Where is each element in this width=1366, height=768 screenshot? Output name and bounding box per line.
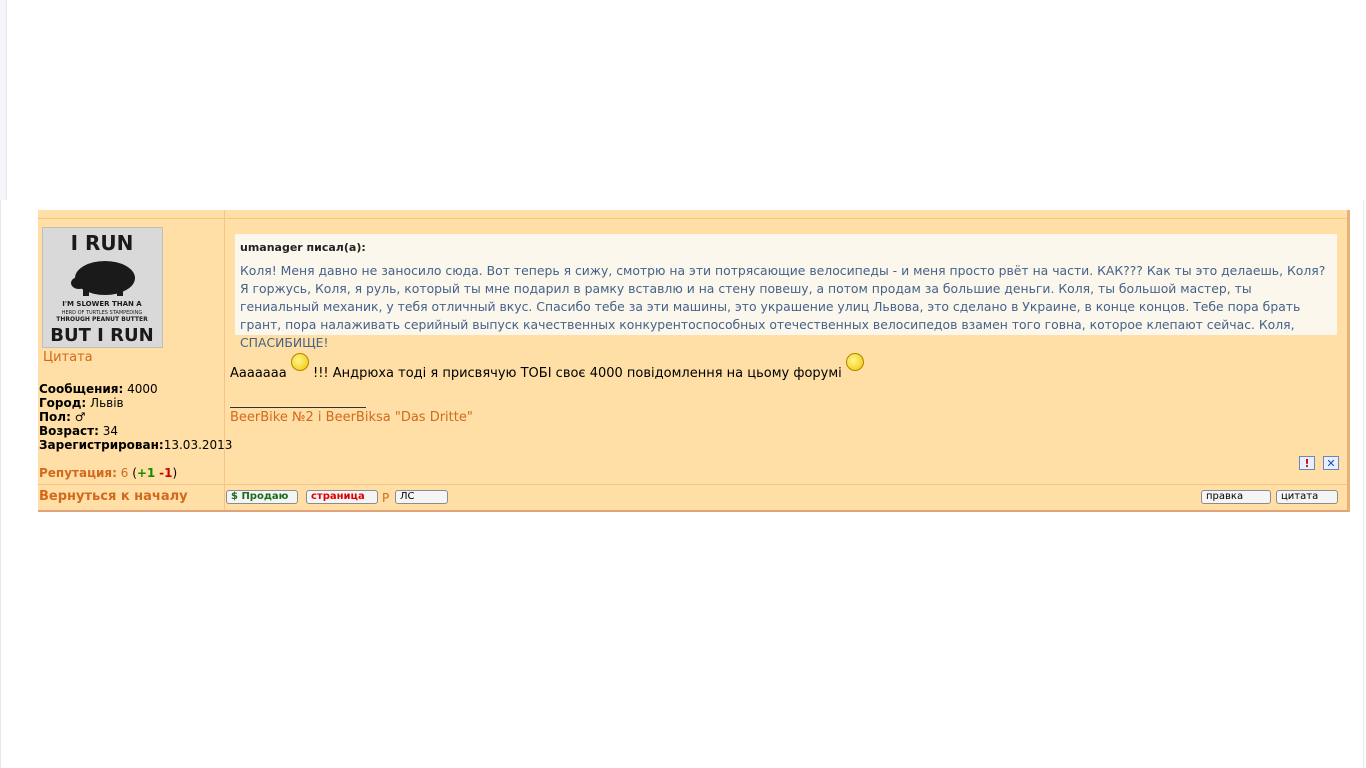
gender-label: Пол:	[39, 410, 71, 424]
window-right-border	[1363, 200, 1364, 768]
author-profile: Сообщения: 4000 Город: Львів Пол: ♂ Возр…	[39, 382, 232, 452]
reputation-minus[interactable]: -1	[159, 466, 172, 480]
post-message: Ааааааа !!! Андрюха тоді я присвячую ТОБ…	[230, 353, 864, 381]
age-label: Возраст:	[39, 424, 99, 438]
quote-author: umanager писал(а):	[240, 241, 366, 254]
reputation-value: 6	[120, 466, 129, 480]
age-value: 34	[102, 424, 119, 438]
reputation-label: Репутация:	[39, 466, 117, 480]
sell-button[interactable]: $ Продаю	[226, 490, 298, 504]
column-divider	[224, 210, 225, 510]
reputation-plus[interactable]: +1	[137, 466, 155, 480]
messages-value: 4000	[127, 382, 158, 396]
message-part-1: Ааааааа	[230, 366, 287, 381]
page-top-area	[0, 0, 1366, 200]
forum-post: I RUN I'M SLOWER THAN A HERD OF TURTLES …	[38, 210, 1350, 512]
window-left-border	[0, 200, 1, 768]
previous-post-edge	[38, 210, 1347, 219]
avatar-line-1: I RUN	[71, 231, 134, 255]
delete-icon[interactable]: ✕	[1323, 456, 1339, 470]
page-button[interactable]: страница	[306, 490, 378, 504]
messages-label: Сообщения:	[39, 382, 124, 396]
city-label: Город:	[39, 396, 87, 410]
pm-button[interactable]: ЛС	[395, 490, 448, 504]
smiley-icon	[290, 353, 309, 371]
gender-value: ♂	[74, 410, 86, 424]
quote-box: umanager писал(а): Коля! Меня давно не з…	[235, 234, 1337, 350]
back-to-top-link[interactable]: Вернуться к началу	[39, 489, 188, 504]
quote-link[interactable]: Цитата	[43, 350, 93, 365]
avatar-line-2: I'M SLOWER THAN A	[62, 300, 142, 308]
avatar[interactable]: I RUN I'M SLOWER THAN A HERD OF TURTLES …	[42, 227, 163, 348]
avatar-line-4: THROUGH PEANUT BUTTER	[56, 316, 148, 323]
report-icon[interactable]: !	[1299, 456, 1315, 470]
reputation: Репутация: 6 (+1 -1)	[39, 466, 178, 480]
grin-smiley-icon	[845, 353, 864, 371]
post-footer-divider	[38, 484, 1347, 485]
city-value: Львів	[90, 396, 124, 410]
edit-button[interactable]: правка	[1201, 490, 1271, 504]
avatar-line-5: BUT I RUN	[50, 325, 153, 346]
p-marker: P	[382, 491, 390, 505]
registered-label: Зарегистрирован:	[39, 438, 164, 452]
signature-divider	[230, 407, 366, 408]
quote-button[interactable]: цитата	[1276, 490, 1338, 504]
signature-link[interactable]: BeerBike №2 і BeerBiksa "Das Dritte"	[230, 410, 473, 425]
window-left-edge	[0, 0, 7, 200]
quote-text: Коля! Меня давно не заносило сюда. Вот т…	[240, 263, 1326, 350]
registered-value: 13.03.2013	[163, 438, 233, 452]
message-part-2: !!! Андрюха тоді я присвячую ТОБІ своє 4…	[312, 366, 842, 381]
